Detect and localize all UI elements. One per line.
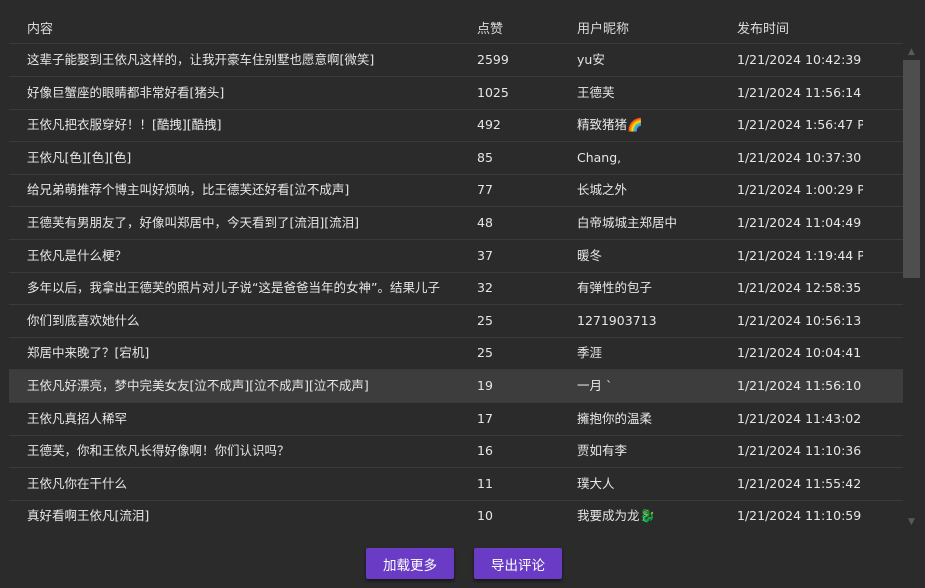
load-more-button[interactable]: 加载更多: [366, 548, 454, 579]
cell-content: 给兄弟萌推荐个博主叫好烦呐，比王德芙还好看[泣不成声]: [27, 182, 350, 197]
cell-likes: 11: [477, 476, 493, 491]
cell-content: 王依凡真招人稀罕: [27, 411, 128, 426]
cell-likes: 25: [477, 345, 493, 360]
cell-time: 1/21/2024 12:58:35 PM: [737, 280, 863, 295]
table-row[interactable]: 王依凡好漂亮，梦中完美女友[泣不成声][泣不成声][泣不成声] 19 一月 ` 1/2…: [9, 370, 903, 403]
cell-likes: 16: [477, 443, 493, 458]
cell-likes: 1025: [477, 85, 509, 100]
cell-time: 1/21/2024 11:43:02 AM: [737, 411, 863, 426]
cell-user: 擁抱你的温柔: [577, 411, 653, 426]
table-row[interactable]: 王德芙，你和王依凡长得好像啊！你们认识吗？ 16 贾如有李 1/21/2024 11:…: [9, 435, 903, 468]
cell-time: 1/21/2024 11:10:36 AM: [737, 443, 863, 458]
cell-content: 好像巨蟹座的眼睛都非常好看[猪头]: [27, 85, 225, 100]
cell-content: 王依凡[色][色][色]: [27, 150, 132, 165]
table-row[interactable]: 真好看啊王依凡[流泪] 10 我要成为龙🐉 1/21/2024 11:10:59 AM: [9, 500, 903, 530]
table-row[interactable]: 这辈子能娶到王依凡这样的，让我开豪车住别墅也愿意啊[微笑] 2599 yu安 1/21…: [9, 44, 903, 77]
cell-likes: 17: [477, 411, 493, 426]
table-row[interactable]: 好像巨蟹座的眼睛都非常好看[猪头] 1025 王德芙 1/21/2024 11:56:…: [9, 77, 903, 110]
cell-likes: 25: [477, 313, 493, 328]
cell-user: 王德芙: [577, 85, 615, 100]
cell-content: 这辈子能娶到王依凡这样的，让我开豪车住别墅也愿意啊[微笑]: [27, 52, 375, 67]
cell-likes: 85: [477, 150, 493, 165]
header-content[interactable]: 内容: [27, 18, 449, 37]
scroll-down-icon[interactable]: ▼: [903, 514, 920, 530]
scroll-up-icon[interactable]: ▲: [903, 44, 920, 60]
header-time[interactable]: 发布时间: [737, 18, 863, 37]
comments-table: 这辈子能娶到王依凡这样的，让我开豪车住别墅也愿意啊[微笑] 2599 yu安 1/21…: [9, 44, 903, 530]
cell-time: 1/21/2024 11:56:14 AM: [737, 85, 863, 100]
cell-user: 璞大人: [577, 476, 615, 491]
cell-user: 长城之外: [577, 182, 628, 197]
cell-time: 1/21/2024 1:00:29 PM: [737, 182, 863, 197]
cell-time: 1/21/2024 10:04:41 AM: [737, 345, 863, 360]
cell-content: 王依凡你在干什么: [27, 476, 128, 491]
cell-likes: 48: [477, 215, 493, 230]
export-comments-button[interactable]: 导出评论: [474, 548, 562, 579]
cell-time: 1/21/2024 11:10:59 AM: [737, 508, 863, 523]
cell-user: 1271903713: [577, 313, 657, 328]
cell-user: 一月 `: [577, 378, 613, 393]
cell-user: 白帝城城主郑居中: [577, 215, 678, 230]
cell-time: 1/21/2024 11:56:10 AM: [737, 378, 863, 393]
cell-user: Chang,: [577, 150, 622, 165]
cell-time: 1/21/2024 10:37:30 AM: [737, 150, 863, 165]
table-row[interactable]: 郑居中来晚了？[宕机] 25 季涯 1/21/2024 10:04:41 AM: [9, 337, 903, 370]
cell-user: yu安: [577, 52, 605, 67]
cell-time: 1/21/2024 10:56:13 AM: [737, 313, 863, 328]
cell-content: 王德芙，你和王依凡长得好像啊！你们认识吗？: [27, 443, 290, 458]
cell-likes: 19: [477, 378, 493, 393]
cell-content: 王依凡把衣服穿好！！[酷拽][酷拽]: [27, 117, 222, 132]
cell-likes: 492: [477, 117, 501, 132]
cell-content: 王依凡好漂亮，梦中完美女友[泣不成声][泣不成声][泣不成声]: [27, 378, 369, 393]
cell-likes: 77: [477, 182, 493, 197]
cell-likes: 32: [477, 280, 493, 295]
cell-time: 1/21/2024 1:56:47 PM: [737, 117, 863, 132]
header-likes[interactable]: 点赞: [477, 18, 567, 37]
table-row[interactable]: 你们到底喜欢她什么 25 1271903713 1/21/2024 10:56:13 …: [9, 305, 903, 338]
table-row[interactable]: 王依凡把衣服穿好！！[酷拽][酷拽] 492 精致猪猪🌈 1/21/2024 1:56…: [9, 109, 903, 142]
vertical-scrollbar[interactable]: ▲ ▼: [903, 44, 920, 530]
header-nickname[interactable]: 用户昵称: [577, 18, 727, 37]
scroll-thumb[interactable]: [903, 60, 920, 278]
table-header: 内容 点赞 用户昵称 发布时间: [9, 10, 903, 44]
cell-time: 1/21/2024 11:55:42 PM: [737, 476, 863, 491]
table-row[interactable]: 王依凡是什么梗？ 37 暖冬 1/21/2024 1:19:44 PM: [9, 240, 903, 273]
table-row[interactable]: 给兄弟萌推荐个博主叫好烦呐，比王德芙还好看[泣不成声] 77 长城之外 1/21/20…: [9, 174, 903, 207]
cell-content: 多年以后，我拿出王德芙的照片对儿子说“这是爸爸当年的女神”。结果儿子: [27, 280, 440, 295]
table-row[interactable]: 王依凡你在干什么 11 璞大人 1/21/2024 11:55:42 PM: [9, 468, 903, 501]
cell-content: 王德芙有男朋友了，好像叫郑居中，今天看到了[流泪][流泪]: [27, 215, 360, 230]
cell-content: 王依凡是什么梗？: [27, 248, 128, 263]
table-row[interactable]: 王德芙有男朋友了，好像叫郑居中，今天看到了[流泪][流泪] 48 白帝城城主郑居中 1…: [9, 207, 903, 240]
cell-time: 1/21/2024 10:42:39 AM: [737, 52, 863, 67]
table-row[interactable]: 王依凡真招人稀罕 17 擁抱你的温柔 1/21/2024 11:43:02 AM: [9, 403, 903, 436]
cell-user: 精致猪猪🌈: [577, 117, 643, 132]
cell-content: 你们到底喜欢她什么: [27, 313, 140, 328]
cell-likes: 10: [477, 508, 493, 523]
cell-user: 季涯: [577, 345, 603, 360]
cell-user: 有弹性的包子: [577, 280, 653, 295]
cell-user: 暖冬: [577, 248, 603, 263]
cell-time: 1/21/2024 11:04:49 AM: [737, 215, 863, 230]
cell-likes: 2599: [477, 52, 509, 67]
cell-likes: 37: [477, 248, 493, 263]
cell-user: 贾如有李: [577, 443, 628, 458]
cell-content: 真好看啊王依凡[流泪]: [27, 508, 150, 523]
cell-user: 我要成为龙🐉: [577, 508, 656, 523]
cell-time: 1/21/2024 1:19:44 PM: [737, 248, 863, 263]
table-row[interactable]: 多年以后，我拿出王德芙的照片对儿子说“这是爸爸当年的女神”。结果儿子 32 有弹性的…: [9, 272, 903, 305]
table-row[interactable]: 王依凡[色][色][色] 85 Chang, 1/21/2024 10:37:30 A…: [9, 142, 903, 175]
cell-content: 郑居中来晚了？[宕机]: [27, 345, 150, 360]
